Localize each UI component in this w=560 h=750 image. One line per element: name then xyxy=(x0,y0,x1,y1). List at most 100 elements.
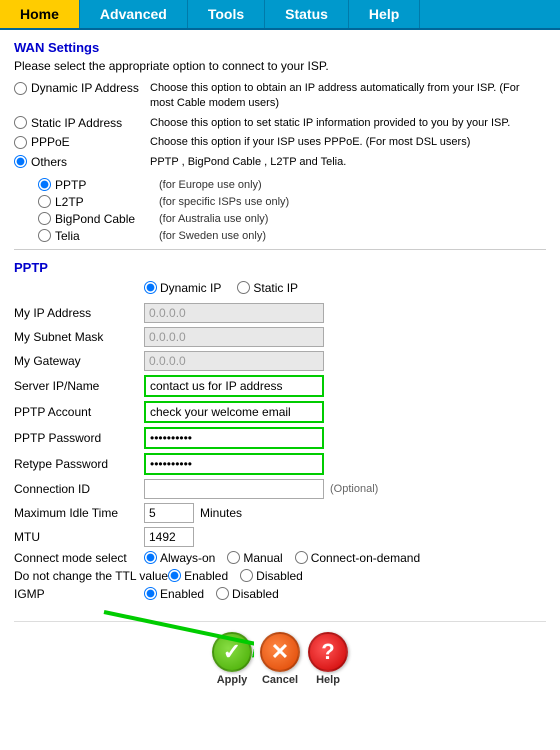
bigpond-sub-label: BigPond Cable xyxy=(55,212,155,226)
ttl-enabled-option: Enabled xyxy=(168,569,228,583)
radio-bigpond[interactable] xyxy=(38,212,51,225)
pppoe-desc: Choose this option if your ISP uses PPPo… xyxy=(150,135,546,150)
wan-options: Dynamic IP Address Choose this option to… xyxy=(14,81,546,243)
radio-ttl-enabled[interactable] xyxy=(168,569,181,582)
option-label-pppoe: PPPoE xyxy=(14,135,144,149)
help-label: Help xyxy=(316,674,340,686)
nav-help[interactable]: Help xyxy=(349,0,420,28)
field-row-gateway: My Gateway xyxy=(14,351,546,371)
others-label: Others xyxy=(31,155,67,169)
manual-option: Manual xyxy=(227,551,282,565)
pptp-password-input[interactable] xyxy=(144,427,324,449)
radio-static-ip[interactable] xyxy=(237,281,250,294)
radio-dynamic[interactable] xyxy=(14,82,27,95)
my-ip-label: My IP Address xyxy=(14,306,144,320)
radio-manual[interactable] xyxy=(227,551,240,564)
radio-pptp[interactable] xyxy=(38,178,51,191)
static-label: Static IP Address xyxy=(31,116,122,130)
radio-connect-on-demand[interactable] xyxy=(295,551,308,564)
option-row-dynamic: Dynamic IP Address Choose this option to… xyxy=(14,81,546,112)
igmp-enabled-label: Enabled xyxy=(160,587,204,601)
field-row-connection-id: Connection ID (Optional) xyxy=(14,479,546,499)
igmp-enabled-option: Enabled xyxy=(144,587,204,601)
option-row-static: Static IP Address Choose this option to … xyxy=(14,116,546,131)
nav-tools[interactable]: Tools xyxy=(188,0,265,28)
sub-option-l2tp: L2TP (for specific ISPs use only) xyxy=(38,195,546,209)
pptp-account-input[interactable] xyxy=(144,401,324,423)
ttl-label: Do not change the TTL value xyxy=(14,569,168,583)
connect-on-demand-option: Connect-on-demand xyxy=(295,551,420,565)
static-ip-label: Static IP xyxy=(253,281,298,295)
retype-password-input[interactable] xyxy=(144,453,324,475)
pptp-section-title: PPTP xyxy=(14,260,546,275)
cancel-icon: ✕ xyxy=(260,632,300,672)
field-row-pptp-account: PPTP Account xyxy=(14,401,546,423)
radio-ttl-disabled[interactable] xyxy=(240,569,253,582)
bigpond-sub-desc: (for Australia use only) xyxy=(159,213,268,225)
telia-sub-label: Telia xyxy=(55,229,155,243)
gateway-input[interactable] xyxy=(144,351,324,371)
bottom-area: ✓ Apply ✕ Cancel ? Help xyxy=(14,621,546,696)
subnet-label: My Subnet Mask xyxy=(14,330,144,344)
radio-others[interactable] xyxy=(14,155,27,168)
igmp-disabled-label: Disabled xyxy=(232,587,279,601)
manual-label: Manual xyxy=(243,551,282,565)
connection-id-input[interactable] xyxy=(144,479,324,499)
static-ip-option: Static IP xyxy=(237,281,298,295)
option-row-others: Others PPTP , BigPond Cable , L2TP and T… xyxy=(14,155,546,170)
ttl-group: Enabled Disabled xyxy=(168,569,303,583)
nav-status[interactable]: Status xyxy=(265,0,349,28)
always-on-option: Always-on xyxy=(144,551,215,565)
optional-text: (Optional) xyxy=(330,483,378,495)
nav-bar: Home Advanced Tools Status Help xyxy=(0,0,560,30)
connect-on-demand-label: Connect-on-demand xyxy=(311,551,420,565)
apply-icon: ✓ xyxy=(212,632,252,672)
mtu-label: MTU xyxy=(14,530,144,544)
radio-dynamic-ip[interactable] xyxy=(144,281,157,294)
sub-option-telia: Telia (for Sweden use only) xyxy=(38,229,546,243)
field-row-ttl: Do not change the TTL value Enabled Disa… xyxy=(14,569,546,583)
field-row-igmp: IGMP Enabled Disabled xyxy=(14,587,546,601)
help-button[interactable]: ? Help xyxy=(308,632,348,686)
pptp-sub-desc: (for Europe use only) xyxy=(159,179,262,191)
my-ip-input[interactable] xyxy=(144,303,324,323)
igmp-label: IGMP xyxy=(14,587,144,601)
radio-pppoe[interactable] xyxy=(14,136,27,149)
ttl-disabled-option: Disabled xyxy=(240,569,303,583)
l2tp-sub-desc: (for specific ISPs use only) xyxy=(159,196,289,208)
connect-mode-group: Always-on Manual Connect-on-demand xyxy=(144,551,420,565)
retype-password-label: Retype Password xyxy=(14,457,144,471)
pptp-sub-label: PPTP xyxy=(55,178,155,192)
subnet-input[interactable] xyxy=(144,327,324,347)
pptp-section: PPTP Dynamic IP Static IP My IP Address … xyxy=(14,260,546,601)
apply-button[interactable]: ✓ Apply xyxy=(212,632,252,686)
nav-advanced[interactable]: Advanced xyxy=(80,0,188,28)
idle-time-label: Maximum Idle Time xyxy=(14,506,144,520)
pptp-account-label: PPTP Account xyxy=(14,405,144,419)
radio-telia[interactable] xyxy=(38,229,51,242)
nav-home[interactable]: Home xyxy=(0,0,80,28)
idle-time-suffix: Minutes xyxy=(200,506,242,520)
wan-section-title: WAN Settings xyxy=(14,40,546,55)
radio-always-on[interactable] xyxy=(144,551,157,564)
radio-static[interactable] xyxy=(14,116,27,129)
radio-igmp-disabled[interactable] xyxy=(216,587,229,600)
dynamic-ip-option: Dynamic IP xyxy=(144,281,221,295)
wan-intro-text: Please select the appropriate option to … xyxy=(14,59,546,73)
sub-options: PPTP (for Europe use only) L2TP (for spe… xyxy=(38,178,546,243)
ttl-enabled-label: Enabled xyxy=(184,569,228,583)
radio-l2tp[interactable] xyxy=(38,195,51,208)
field-row-mtu: MTU xyxy=(14,527,546,547)
gateway-label: My Gateway xyxy=(14,354,144,368)
radio-igmp-enabled[interactable] xyxy=(144,587,157,600)
server-ip-input[interactable] xyxy=(144,375,324,397)
field-row-connect-mode: Connect mode select Always-on Manual Con… xyxy=(14,551,546,565)
idle-time-input[interactable] xyxy=(144,503,194,523)
field-row-subnet: My Subnet Mask xyxy=(14,327,546,347)
ip-type-row: Dynamic IP Static IP xyxy=(144,281,546,295)
sub-option-bigpond: BigPond Cable (for Australia use only) xyxy=(38,212,546,226)
always-on-label: Always-on xyxy=(160,551,215,565)
cancel-button[interactable]: ✕ Cancel xyxy=(260,632,300,686)
mtu-input[interactable] xyxy=(144,527,194,547)
cancel-label: Cancel xyxy=(262,674,298,686)
